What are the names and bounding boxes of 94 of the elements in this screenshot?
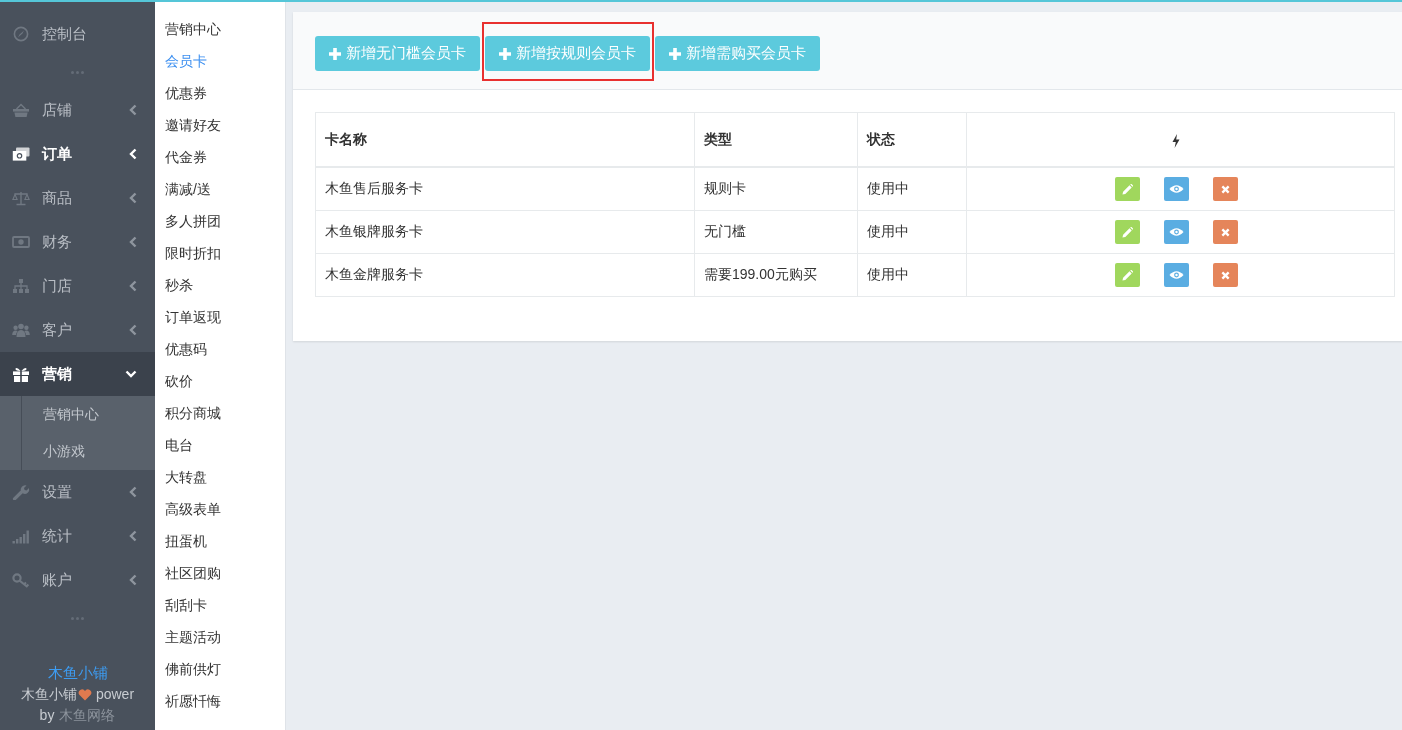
sidebar-item[interactable]: 财务 bbox=[0, 220, 155, 264]
submenu-link[interactable]: 佛前供灯 bbox=[155, 653, 285, 685]
view-button[interactable] bbox=[1163, 220, 1189, 244]
view-button[interactable] bbox=[1163, 263, 1189, 287]
gift-icon bbox=[12, 366, 30, 382]
submenu-link[interactable]: 优惠券 bbox=[155, 77, 285, 109]
table-cell: 木鱼售后服务卡 bbox=[315, 167, 695, 211]
sidebar-item[interactable]: 商品 bbox=[0, 176, 155, 220]
submenu-link[interactable]: 邀请好友 bbox=[155, 109, 285, 141]
submenu-link[interactable]: 社区团购 bbox=[155, 557, 285, 589]
chevron-left-icon bbox=[129, 192, 137, 204]
key-icon bbox=[12, 572, 30, 588]
submenu-link[interactable]: 刮刮卡 bbox=[155, 589, 285, 621]
sidebar-item[interactable]: 设置 bbox=[0, 470, 155, 514]
view-button[interactable] bbox=[1163, 177, 1189, 201]
column-header: 状态 bbox=[857, 112, 967, 167]
submenu-link[interactable]: 秒杀 bbox=[155, 269, 285, 301]
table-cell: 规则卡 bbox=[694, 167, 858, 211]
submenu-link[interactable]: 多人拼团 bbox=[155, 205, 285, 237]
sidebar-item[interactable]: 订单 bbox=[0, 132, 155, 176]
users-icon bbox=[12, 322, 30, 338]
cross-icon bbox=[1220, 184, 1230, 194]
sidebar-item[interactable]: 客户 bbox=[0, 308, 155, 352]
lightning-icon bbox=[1172, 133, 1180, 148]
plus-icon bbox=[669, 47, 681, 60]
eye-icon bbox=[1168, 270, 1184, 280]
table-cell: 木鱼金牌服务卡 bbox=[315, 253, 695, 297]
submenu-link[interactable]: 电台 bbox=[155, 429, 285, 461]
compass-icon bbox=[12, 26, 30, 42]
chevron-left-icon bbox=[129, 104, 137, 116]
submenu-item[interactable]: 营销中心 bbox=[22, 396, 155, 433]
chevron-down-icon bbox=[125, 370, 137, 378]
sidebar-item[interactable]: 门店 bbox=[0, 264, 155, 308]
submenu-link[interactable]: 砍价 bbox=[155, 365, 285, 397]
submenu-link[interactable]: 限时折扣 bbox=[155, 237, 285, 269]
table-cell: 使用中 bbox=[857, 167, 967, 211]
cross-icon bbox=[1220, 227, 1230, 237]
sidebar-item[interactable]: 账户 bbox=[0, 558, 155, 602]
submenu-link[interactable]: 优惠码 bbox=[155, 333, 285, 365]
chevron-left-icon bbox=[129, 574, 137, 586]
power-text: power bbox=[95, 685, 135, 704]
eye-icon bbox=[1168, 184, 1184, 194]
edit-button[interactable] bbox=[1114, 263, 1140, 287]
submenu-link[interactable]: 高级表单 bbox=[155, 493, 285, 525]
edit-button[interactable] bbox=[1114, 177, 1140, 201]
submenu-link[interactable]: 大转盘 bbox=[155, 461, 285, 493]
edit-button[interactable] bbox=[1114, 220, 1140, 244]
banknote-icon bbox=[12, 234, 30, 250]
submenu-link[interactable]: 订单返现 bbox=[155, 301, 285, 333]
submenu-link[interactable]: 祈愿忏悔 bbox=[155, 685, 285, 717]
table-cell: 需要199.00元购买 bbox=[694, 253, 858, 297]
by-text: by bbox=[39, 706, 55, 725]
submenu-link[interactable]: 扭蛋机 bbox=[155, 525, 285, 557]
heart-icon bbox=[77, 688, 92, 701]
chevron-left-icon bbox=[129, 236, 137, 248]
scale-icon bbox=[12, 190, 30, 206]
delete-button[interactable] bbox=[1212, 220, 1238, 244]
sidebar-item[interactable]: 营销 bbox=[0, 352, 155, 396]
table-cell: 无门槛 bbox=[694, 210, 858, 254]
submenu-link[interactable]: 代金券 bbox=[155, 141, 285, 173]
sitemap-icon bbox=[12, 278, 30, 294]
plus-icon bbox=[499, 47, 511, 60]
submenu-link[interactable]: 主题活动 bbox=[155, 621, 285, 653]
column-header: 类型 bbox=[694, 112, 858, 167]
cross-icon bbox=[1220, 270, 1230, 280]
chevron-left-icon bbox=[129, 280, 137, 292]
chevron-left-icon bbox=[129, 486, 137, 498]
sidebar-item[interactable]: 统计 bbox=[0, 514, 155, 558]
delete-button[interactable] bbox=[1212, 177, 1238, 201]
signal-bars-icon bbox=[12, 528, 30, 544]
table-cell: 使用中 bbox=[857, 210, 967, 254]
submenu-link[interactable]: 会员卡 bbox=[155, 45, 285, 77]
delete-button[interactable] bbox=[1212, 263, 1238, 287]
submenu-link[interactable]: 营销中心 bbox=[155, 13, 285, 45]
table-cell: 木鱼银牌服务卡 bbox=[315, 210, 695, 254]
pencil-icon bbox=[1121, 226, 1133, 238]
chevron-left-icon bbox=[129, 530, 137, 542]
wrench-icon bbox=[12, 484, 30, 500]
credit-text: 木鱼小铺 bbox=[20, 685, 77, 704]
table-cell: 使用中 bbox=[857, 253, 967, 297]
sidebar-item[interactable]: 控制台 bbox=[0, 12, 155, 56]
submenu-item[interactable]: 小游戏 bbox=[22, 433, 155, 470]
pencil-icon bbox=[1121, 269, 1133, 281]
sidebar-item[interactable]: 店铺 bbox=[0, 88, 155, 132]
plus-icon bbox=[329, 47, 341, 60]
pencil-icon bbox=[1121, 183, 1133, 195]
cash-icon bbox=[12, 146, 30, 162]
submenu-link[interactable]: 满减/送 bbox=[155, 173, 285, 205]
eye-icon bbox=[1168, 227, 1184, 237]
chevron-left-icon bbox=[129, 148, 137, 160]
column-header: 卡名称 bbox=[315, 112, 695, 167]
basket-icon bbox=[12, 102, 30, 118]
chevron-left-icon bbox=[129, 324, 137, 336]
submenu-link[interactable]: 积分商城 bbox=[155, 397, 285, 429]
